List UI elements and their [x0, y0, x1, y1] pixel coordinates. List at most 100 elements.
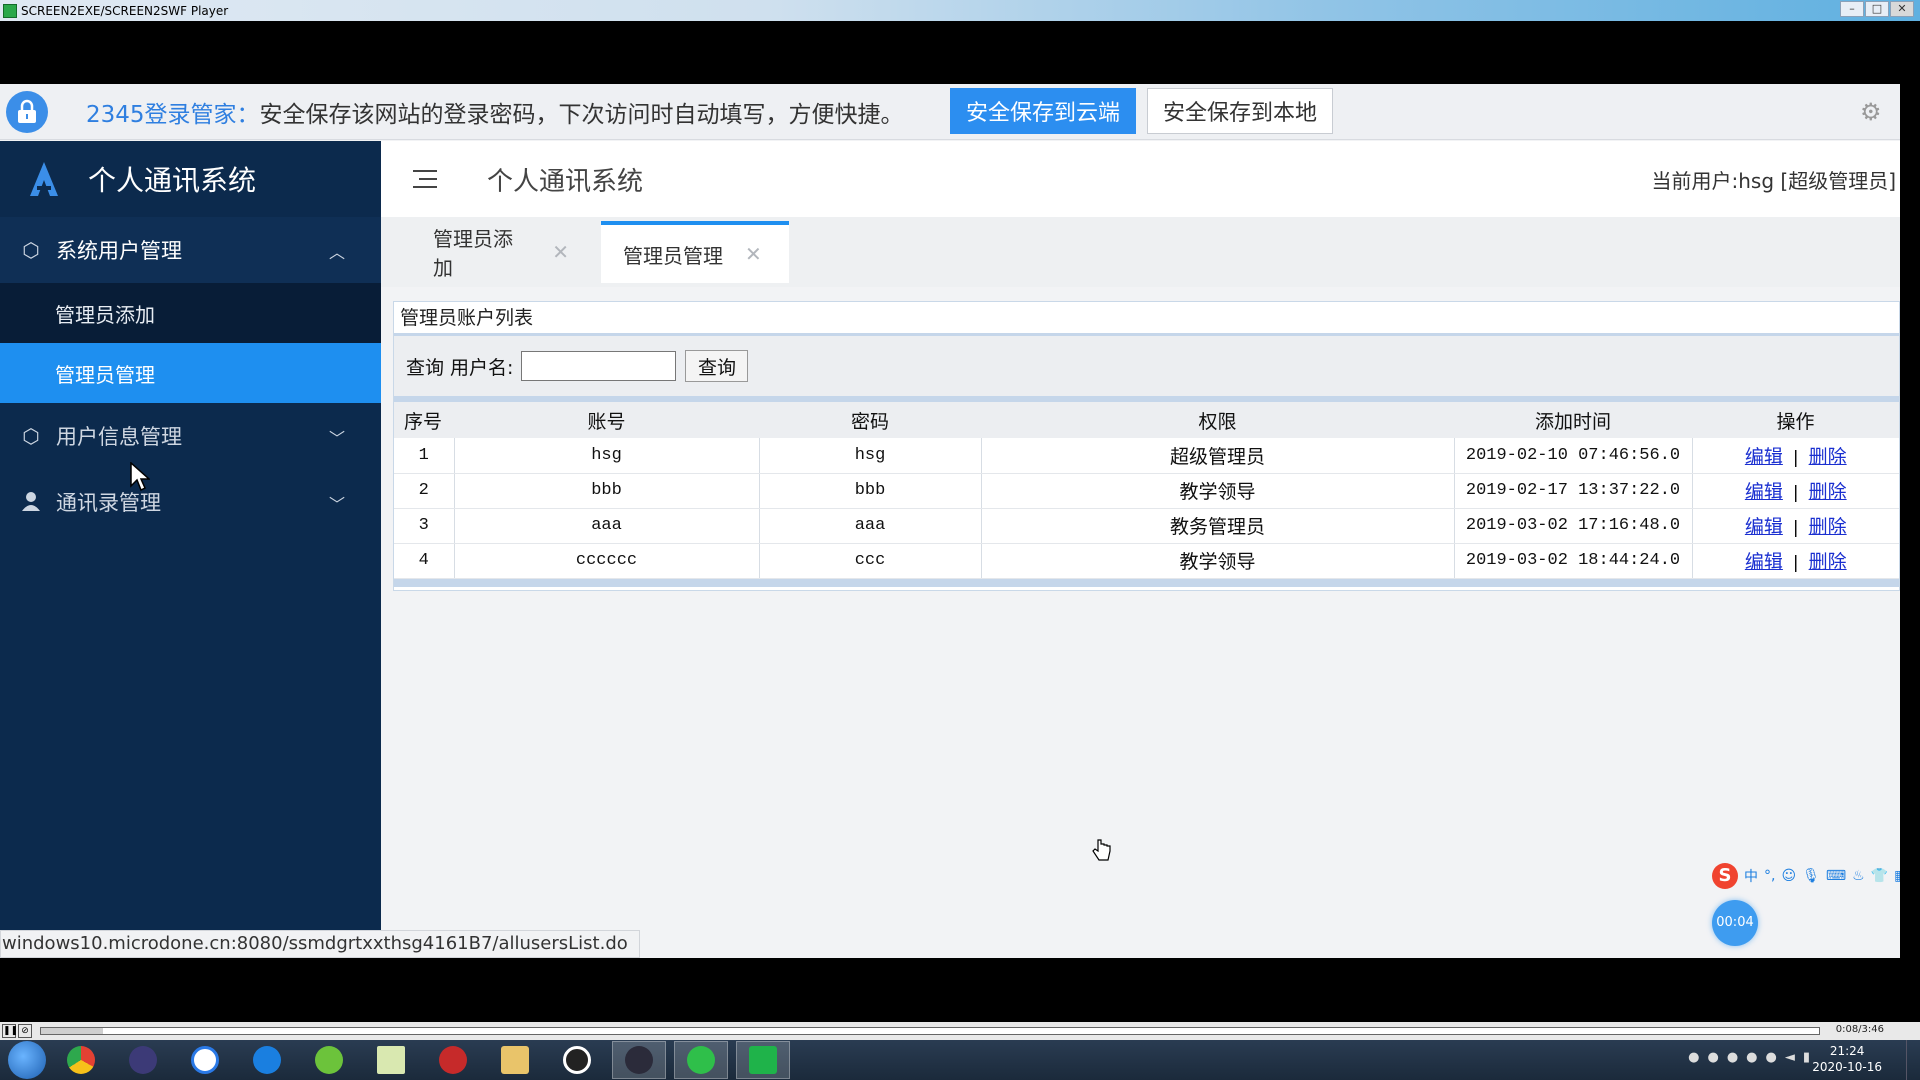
eclipse-icon[interactable] [116, 1041, 170, 1079]
delete-link[interactable]: 删除 [1809, 446, 1847, 468]
ime-punct-label[interactable]: °, [1764, 868, 1775, 884]
close-tab-icon[interactable]: ✕ [745, 242, 762, 266]
col-header-account: 账号 [454, 402, 759, 438]
start-button-icon[interactable] [8, 1041, 46, 1079]
action-separator: | [1792, 553, 1799, 573]
close-tab-icon[interactable]: ✕ [552, 240, 569, 264]
sidebar-item-admin-manage[interactable]: 管理员管理 [0, 343, 381, 403]
arrow-cursor-icon [130, 462, 150, 492]
recording-timer-badge[interactable]: 00:04 [1712, 900, 1758, 946]
show-desktop-button[interactable] [1906, 1040, 1920, 1080]
folder-icon[interactable] [488, 1041, 542, 1079]
user-icon [20, 491, 42, 513]
username-search-input[interactable] [521, 351, 677, 381]
lock-icon [6, 90, 48, 133]
chevron-down-icon: ﹀ [329, 495, 346, 514]
sidebar: 个人通讯系统 ⬡ 系统用户管理 ︿ 管理员添加 管理员管理 ⬡ 用户信息管理 ﹀… [0, 141, 381, 958]
password-save-banner: 2345登录管家： 安全保存该网站的登录密码，下次访问时自动填写，方便快捷。 安… [0, 84, 1900, 140]
emoji-icon[interactable]: ☺ [1781, 868, 1796, 884]
col-header-role: 权限 [981, 402, 1454, 438]
flash-icon[interactable] [426, 1041, 480, 1079]
pause-icon[interactable]: ❚❚ [2, 1024, 18, 1038]
cube-icon: ⬡ [22, 238, 40, 262]
edit-link[interactable]: 编辑 [1745, 516, 1783, 538]
close-button[interactable]: ✕ [1890, 1, 1914, 17]
sidebar-group-system-users[interactable]: ⬡ 系统用户管理 ︿ [0, 217, 381, 283]
taskbar-clock[interactable]: 21:24 2020-10-16 [1812, 1043, 1882, 1075]
qq-icon[interactable] [550, 1041, 604, 1079]
system-tray: ● ● ● ● ● ◄ ▮ [1688, 1050, 1810, 1065]
table-row: 1 hsg hsg 超级管理员 2019-02-10 07:46:56.0 编辑… [394, 438, 1899, 474]
current-user-label: 当前用户:hsg [超级管理员] [1651, 169, 1897, 193]
logo-icon [30, 162, 58, 196]
search-label: 查询 用户名: [406, 356, 514, 379]
top-bar: 个人通讯系统 当前用户:hsg [超级管理员] [381, 141, 1900, 217]
player-title-bar: SCREEN2EXE/SCREEN2SWF Player – □ ✕ [0, 0, 1920, 21]
tray-icon[interactable]: ● [1727, 1050, 1738, 1065]
clock-time: 21:24 [1829, 1044, 1865, 1058]
chevron-up-icon: ︿ [329, 243, 346, 262]
panel-title: 管理员账户列表 [394, 302, 1899, 336]
edit-link[interactable]: 编辑 [1745, 551, 1783, 573]
tab-admin-add[interactable]: 管理员添加 ✕ [381, 221, 569, 283]
chrome-icon[interactable] [54, 1041, 108, 1079]
player-control-bar: ❚❚ ⊘ 0:08/3:46 [0, 1022, 1920, 1040]
minimize-button[interactable]: – [1840, 1, 1864, 17]
browser-icon[interactable] [240, 1041, 294, 1079]
maximize-button[interactable]: □ [1865, 1, 1889, 17]
delete-link[interactable]: 删除 [1809, 481, 1847, 503]
player-app-icon [3, 3, 17, 18]
wechat-icon[interactable] [674, 1041, 728, 1079]
edit-link[interactable]: 编辑 [1745, 481, 1783, 503]
shirt-icon[interactable]: 👕 [1871, 868, 1888, 884]
sogou-logo-icon[interactable]: S [1712, 863, 1738, 889]
stop-icon[interactable]: ⊘ [18, 1024, 32, 1038]
green-app-icon[interactable] [302, 1041, 356, 1079]
sidebar-group-user-info[interactable]: ⬡ 用户信息管理 ﹀ [0, 403, 381, 469]
cell-role: 教务管理员 [981, 508, 1455, 544]
menu-toggle-icon[interactable] [413, 169, 437, 189]
save-to-local-button[interactable]: 安全保存到本地 [1147, 88, 1333, 134]
save-to-cloud-button[interactable]: 安全保存到云端 [950, 88, 1136, 134]
tab-admin-manage[interactable]: 管理员管理 ✕ [601, 221, 789, 283]
delete-link[interactable]: 删除 [1809, 516, 1847, 538]
gear-icon[interactable]: ⚙ [1860, 99, 1886, 125]
edit-link[interactable]: 编辑 [1745, 446, 1783, 468]
mic-icon[interactable]: 🎙 [1802, 868, 1820, 884]
cell-role: 教学领导 [981, 473, 1455, 509]
keyboard-icon[interactable]: ⌨ [1826, 868, 1846, 884]
cell-role: 教学领导 [981, 543, 1455, 579]
playback-time: 0:08/3:46 [1835, 1024, 1884, 1035]
screen-recorder-icon[interactable] [736, 1041, 790, 1079]
browser-viewport: 2345登录管家： 安全保存该网站的登录密码，下次访问时自动填写，方便快捷。 安… [0, 84, 1900, 958]
grid-icon[interactable]: ▦ [1894, 868, 1900, 884]
cell-password: bbb [759, 473, 982, 509]
sidebar-group-contacts[interactable]: 通讯录管理 ﹀ [0, 469, 381, 535]
search-button[interactable]: 查询 [685, 350, 749, 382]
skin-icon[interactable]: ♨ [1852, 868, 1865, 884]
baidu-netdisk-icon[interactable] [178, 1041, 232, 1079]
playback-progress-track[interactable] [40, 1027, 1820, 1035]
sidebar-logo[interactable]: 个人通讯系统 [0, 141, 381, 217]
delete-link[interactable]: 删除 [1809, 551, 1847, 573]
sidebar-app-title: 个人通讯系统 [88, 164, 257, 197]
action-separator: | [1792, 447, 1799, 468]
sidebar-item-admin-add[interactable]: 管理员添加 [0, 283, 381, 343]
tray-icon[interactable]: ● [1766, 1050, 1777, 1065]
ime-mode-label[interactable]: 中 [1744, 866, 1758, 886]
tray-icon[interactable]: ● [1688, 1050, 1699, 1065]
tab-label: 管理员添加 [433, 227, 513, 280]
action-separator: | [1792, 483, 1799, 503]
network-icon[interactable]: ▮ [1803, 1050, 1810, 1065]
cell-no: 2 [394, 473, 455, 509]
windows-taskbar: ● ● ● ● ● ◄ ▮ 21:24 2020-10-16 [0, 1040, 1920, 1080]
volume-icon[interactable]: ◄ [1785, 1050, 1795, 1065]
player-title: SCREEN2EXE/SCREEN2SWF Player [21, 3, 229, 18]
clock-date: 2020-10-16 [1812, 1060, 1882, 1074]
chevron-down-icon: ﹀ [329, 429, 346, 448]
eclipse-dark-icon[interactable] [612, 1041, 666, 1079]
tray-icon[interactable]: ● [1746, 1050, 1757, 1065]
notepad-icon[interactable] [364, 1041, 418, 1079]
tray-icon[interactable]: ● [1707, 1050, 1718, 1065]
col-header-actions: 操作 [1692, 402, 1899, 438]
